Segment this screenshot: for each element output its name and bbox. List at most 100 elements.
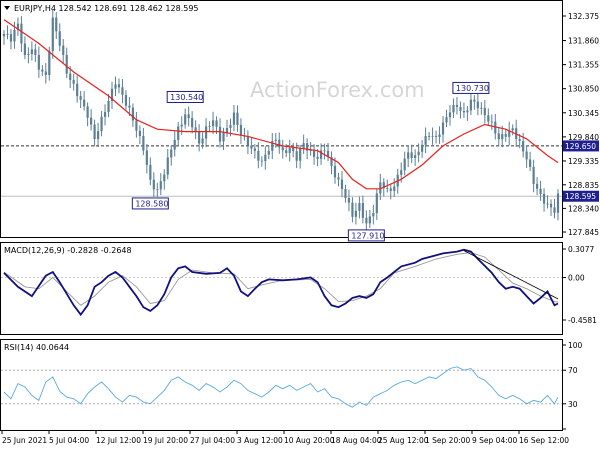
candle-body xyxy=(103,112,107,117)
candle-body xyxy=(522,140,525,152)
candle-body xyxy=(518,139,521,141)
candle-body xyxy=(340,179,344,189)
candle-body xyxy=(372,213,375,217)
candle-body xyxy=(128,105,131,108)
candle-body xyxy=(117,84,121,88)
candle-body xyxy=(546,203,549,205)
candle-body xyxy=(427,136,431,137)
candle-body xyxy=(191,118,194,128)
candle-body xyxy=(452,104,455,113)
candle-body xyxy=(201,138,204,144)
candle-body xyxy=(487,115,490,122)
candle-body xyxy=(292,148,295,152)
candle-body xyxy=(438,134,441,137)
candle-body xyxy=(333,165,337,178)
candle-body xyxy=(30,49,33,55)
rsi-info: RSI(14) 40.0644 xyxy=(4,343,69,352)
candle-body xyxy=(163,174,166,182)
candle-body xyxy=(403,158,406,171)
candle-body xyxy=(90,117,93,125)
candle-body xyxy=(421,144,424,152)
rsi-tick-label: 30 xyxy=(568,400,578,409)
time-tick-label: 1 Sep 20:00 xyxy=(425,436,471,445)
candle-body xyxy=(490,121,493,123)
candle-body xyxy=(55,17,58,32)
price-tick-label: 128.340 xyxy=(568,204,599,213)
candle-body xyxy=(65,54,68,74)
candle-body xyxy=(34,49,37,55)
candle-body xyxy=(6,33,9,35)
macd-info: MACD(12,26,9) -0.2828 -0.2648 xyxy=(4,246,132,255)
candle-body xyxy=(351,202,354,217)
candle-body xyxy=(504,134,507,137)
candle-body xyxy=(316,156,319,159)
price-tick-label: 128.835 xyxy=(568,181,599,190)
time-tick-label: 25 Aug 12:00 xyxy=(378,436,429,445)
candle-body xyxy=(20,23,23,44)
candle-body xyxy=(302,143,305,149)
price-level-label: 129.650 xyxy=(565,142,596,151)
candle-body xyxy=(323,150,326,152)
price-tick-label: 130.850 xyxy=(568,85,599,94)
candle-body xyxy=(295,151,298,161)
candle-body xyxy=(445,117,448,123)
price-annotation-label: 128.580 xyxy=(135,199,168,208)
candle-body xyxy=(410,152,413,158)
rsi-tick-label: 100 xyxy=(568,341,583,350)
candle-body xyxy=(215,120,218,127)
candle-body xyxy=(145,150,148,165)
rsi-tick-label: 70 xyxy=(568,366,578,375)
candle-body xyxy=(361,203,364,218)
candle-body xyxy=(86,106,89,118)
time-axis: 25 Jun 2021 5 Jul 04:00 12 Jul 12:00 19 Jul… xyxy=(1,430,569,445)
price-tick-label: 130.345 xyxy=(568,109,599,118)
candle-body xyxy=(288,148,291,154)
candle-body xyxy=(337,177,340,180)
candle-body xyxy=(417,151,420,156)
time-tick-label: 18 Aug 04:00 xyxy=(331,436,382,445)
candle-body xyxy=(525,151,528,160)
candle-body xyxy=(281,147,284,151)
candle-body xyxy=(365,217,368,224)
candle-body xyxy=(480,107,483,109)
candle-body xyxy=(278,139,281,148)
candle-body xyxy=(358,203,361,211)
candle-body xyxy=(79,96,82,100)
candle-body xyxy=(184,114,187,125)
candle-body xyxy=(41,69,44,72)
candle-body xyxy=(107,100,110,113)
candle-body xyxy=(149,164,152,180)
candle-body xyxy=(9,34,13,42)
candle-body xyxy=(556,193,560,213)
candle-body xyxy=(159,181,162,190)
candle-body xyxy=(180,124,183,127)
macd-tick-label: 0.00 xyxy=(568,274,585,283)
time-tick-label: 10 Aug 20:00 xyxy=(284,436,335,445)
candle-body xyxy=(93,124,96,140)
candle-body xyxy=(354,210,358,217)
candle-body xyxy=(535,183,539,189)
candle-body xyxy=(434,135,438,137)
candle-body xyxy=(264,154,267,162)
candle-body xyxy=(177,126,180,140)
candle-body xyxy=(539,188,542,194)
time-tick-label: 16 Sep 12:00 xyxy=(519,436,569,445)
candle-body xyxy=(83,99,86,107)
candle-body xyxy=(239,124,243,136)
price-annotation-label: 130.540 xyxy=(170,93,203,102)
macd-tick-label: -0.4581 xyxy=(568,316,597,325)
candle-body xyxy=(208,126,211,127)
time-tick-label: 5 Jul 04:00 xyxy=(49,436,89,445)
candle-body xyxy=(476,101,479,109)
candle-body xyxy=(62,45,65,55)
time-tick-label: 27 Jul 04:00 xyxy=(190,436,235,445)
candle-body xyxy=(198,131,201,144)
candle-body xyxy=(285,150,288,154)
candle-body xyxy=(236,112,239,125)
candle-body xyxy=(124,94,128,106)
candle-body xyxy=(344,188,347,199)
time-tick-label: 12 Jul 12:00 xyxy=(96,436,141,445)
candle-body xyxy=(257,150,260,161)
candle-body xyxy=(166,157,169,175)
candle-body xyxy=(76,83,79,97)
